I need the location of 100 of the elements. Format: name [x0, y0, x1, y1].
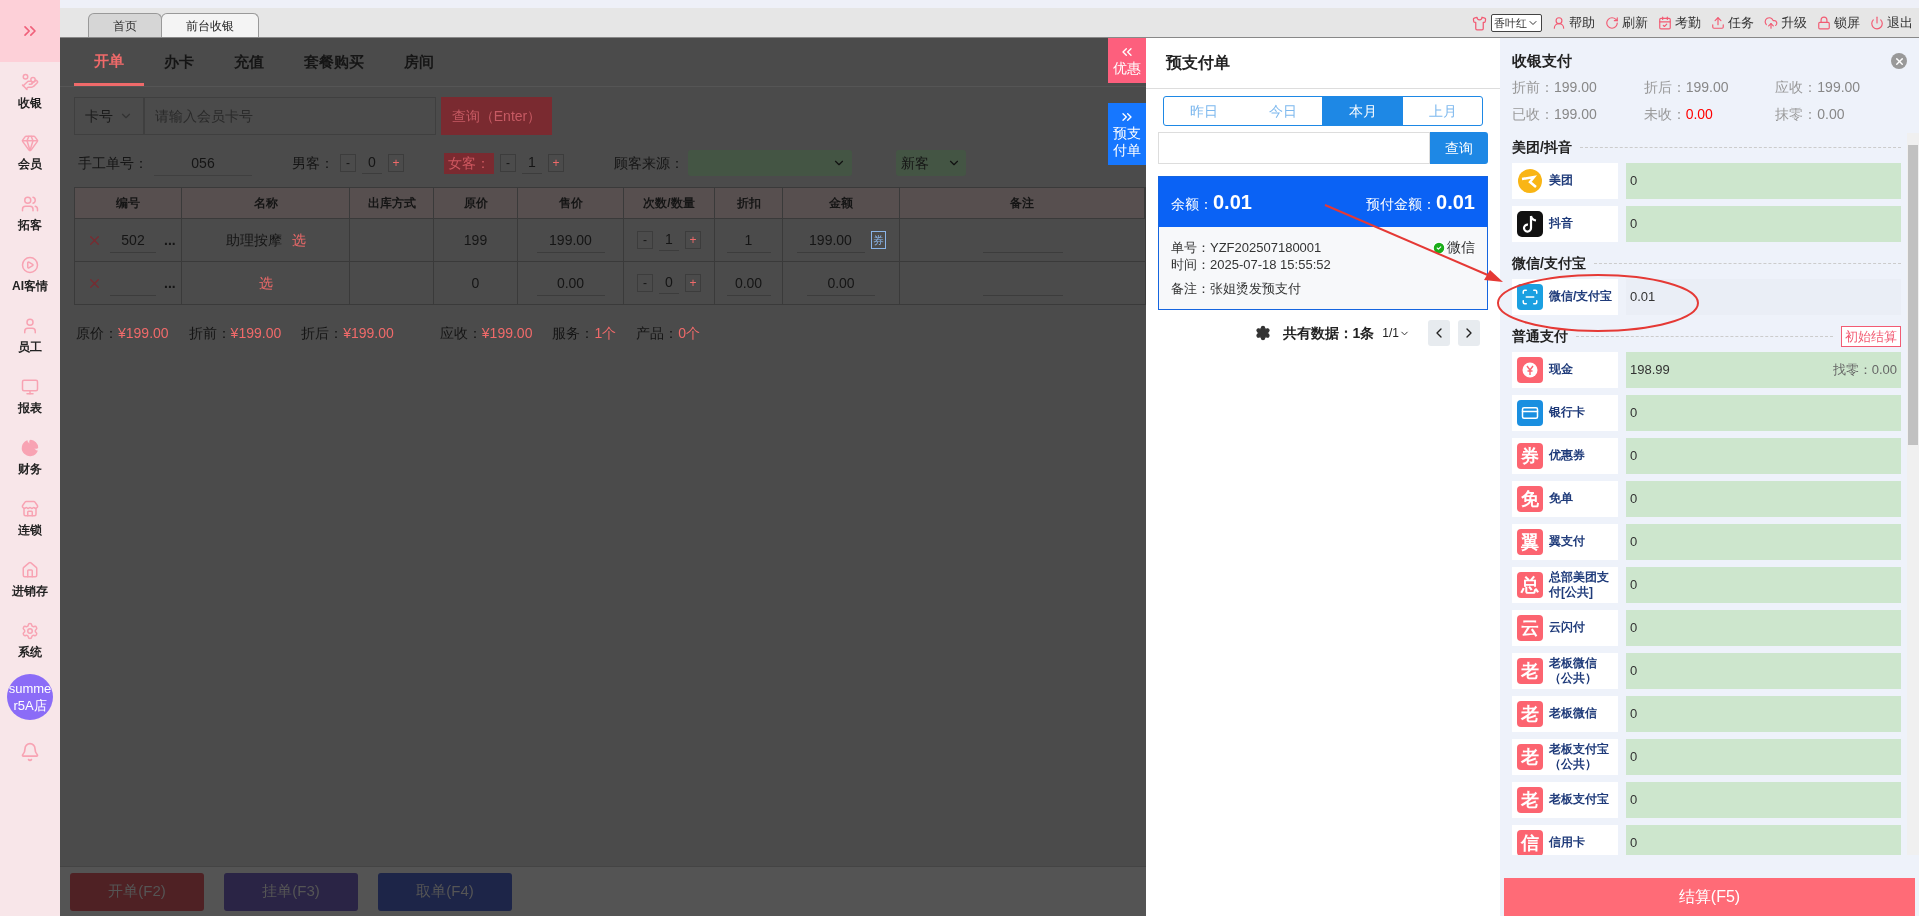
toolbar-button[interactable]: 考勤	[1658, 13, 1701, 33]
search-button[interactable]: 查询	[1430, 132, 1488, 164]
sidebar-item[interactable]: 拓客	[0, 184, 60, 245]
play-icon	[21, 256, 39, 274]
time-text: 时间：2025-07-18 15:55:52	[1171, 256, 1332, 273]
next-page-button[interactable]	[1458, 320, 1480, 346]
decrement-button[interactable]: -	[500, 154, 516, 172]
scan-icon	[1517, 283, 1543, 310]
column-header: 次数/数量	[624, 188, 715, 218]
payment-amount-field[interactable]: 0	[1626, 695, 1901, 732]
gear-icon	[21, 622, 39, 640]
house-icon	[21, 561, 39, 579]
toolbar-button[interactable]: 任务	[1711, 13, 1754, 33]
decrement-button[interactable]: -	[637, 231, 653, 249]
increment-button[interactable]: +	[548, 154, 564, 172]
toolbar-button[interactable]: 帮助	[1552, 13, 1595, 33]
toolbar-button[interactable]: 升级	[1764, 13, 1807, 33]
decrement-button[interactable]: -	[340, 154, 356, 172]
gear-icon[interactable]	[1254, 325, 1271, 341]
customer-source-select[interactable]	[688, 150, 852, 176]
order-tab[interactable]: 开单	[74, 39, 144, 86]
increment-button[interactable]: +	[685, 231, 701, 249]
payment-method-text: 微信	[1447, 239, 1475, 256]
theme-select[interactable]: 香叶红	[1491, 14, 1542, 32]
scrollbar[interactable]	[1907, 132, 1919, 855]
sidebar-item[interactable]: 员工	[0, 306, 60, 367]
calendar-icon	[1658, 16, 1672, 30]
customer-type-select[interactable]: 新客	[896, 150, 966, 176]
page-select[interactable]: 1/1	[1382, 324, 1410, 342]
toolbar-button[interactable]: 锁屏	[1817, 13, 1860, 33]
payment-summary-item: 折后：199.00	[1643, 77, 1730, 97]
more-button[interactable]: ...	[164, 272, 176, 294]
prepaid-amount-text: 预付金额：0.01	[1366, 190, 1475, 215]
payment-badge-icon: 老	[1517, 657, 1543, 684]
sidebar-item[interactable]: 收银	[0, 62, 60, 123]
refresh-icon	[1605, 16, 1619, 30]
payment-method-label: 翼 翼支付	[1512, 523, 1618, 560]
choose-link[interactable]: 选	[291, 229, 306, 251]
lock-icon	[1817, 16, 1831, 30]
payment-amount-field[interactable]: 0.01	[1626, 278, 1901, 315]
column-header: 名称	[182, 188, 350, 218]
payment-amount-field[interactable]: 198.99 找零：0.00	[1626, 351, 1901, 388]
payment-method-label: 老 老板微信	[1512, 695, 1618, 732]
reset-settlement-button[interactable]: 初始结算	[1841, 325, 1901, 348]
card-icon	[1517, 399, 1543, 426]
side-tab[interactable]: 优惠	[1108, 38, 1146, 83]
payment-amount-field[interactable]: 0	[1626, 781, 1901, 818]
toolbar-button[interactable]: 退出	[1870, 13, 1913, 33]
sidebar-item[interactable]: 连锁	[0, 489, 60, 550]
increment-button[interactable]: +	[685, 274, 701, 292]
query-button[interactable]: 查询（Enter）	[441, 97, 552, 135]
prepay-card[interactable]: 余额：0.01 预付金额：0.01 单号：YZF202507180001 微信 时间：2025-07-18 15:55:52 备注：张姐烫发预支付	[1158, 176, 1488, 310]
close-button[interactable]	[1891, 53, 1907, 70]
payment-amount-field[interactable]: 0	[1626, 480, 1901, 517]
more-button[interactable]: ...	[164, 229, 176, 251]
period-tab[interactable]: 昨日	[1164, 97, 1243, 125]
payment-amount-field[interactable]: 0	[1626, 609, 1901, 646]
payment-badge-icon: 老	[1517, 786, 1543, 813]
toolbar-button[interactable]: 刷新	[1605, 13, 1648, 33]
prepay-search-input[interactable]	[1158, 132, 1430, 164]
choose-link[interactable]: 选	[258, 272, 273, 294]
sidebar-item[interactable]: 进销存	[0, 550, 60, 611]
period-tab[interactable]: 上月	[1402, 97, 1482, 125]
payment-amount-field[interactable]: 0	[1626, 738, 1901, 775]
coupon-button[interactable]: 券	[870, 230, 886, 250]
user-icon	[21, 317, 39, 335]
section-title: 普通支付	[1512, 327, 1568, 346]
shirt-icon	[1472, 15, 1487, 31]
settle-button[interactable]: 结算(F5)	[1504, 878, 1915, 916]
payment-badge-icon: 免	[1517, 485, 1543, 512]
payment-amount-field[interactable]: 0	[1626, 394, 1901, 431]
sidebar-item[interactable]: 系统	[0, 611, 60, 672]
payment-amount-field[interactable]: 0	[1626, 437, 1901, 474]
expand-button[interactable]	[0, 0, 60, 62]
payment-amount-field[interactable]: 0	[1626, 523, 1901, 560]
sidebar-item[interactable]: 会员	[0, 123, 60, 184]
decrement-button[interactable]: -	[637, 274, 653, 292]
payment-badge-icon: 老	[1517, 700, 1543, 727]
section-title: 美团/抖音	[1512, 138, 1572, 157]
payment-amount-field[interactable]: 0	[1626, 652, 1901, 689]
payment-amount-field[interactable]: 0	[1626, 162, 1901, 199]
side-tab[interactable]: 预支付单	[1108, 103, 1146, 165]
sidebar-item[interactable]: AI客情	[0, 245, 60, 306]
payment-amount-field[interactable]: 0	[1626, 205, 1901, 242]
period-tab[interactable]: 今日	[1243, 97, 1322, 125]
previous-page-button[interactable]	[1428, 320, 1450, 346]
payment-amount-field[interactable]: 0	[1626, 824, 1901, 855]
payment-badge-icon: 总	[1517, 571, 1543, 598]
section-title: 微信/支付宝	[1512, 254, 1586, 273]
sidebar-item[interactable]: 报表	[0, 367, 60, 428]
store-avatar[interactable]: summer5A店	[7, 674, 53, 720]
bell-icon[interactable]	[20, 742, 40, 762]
period-tab[interactable]: 本月	[1322, 97, 1402, 125]
sidebar-item[interactable]: 财务	[0, 428, 60, 489]
page-tab[interactable]: 前台收银	[161, 13, 259, 37]
total-count-text: 共有数据：1条	[1282, 323, 1375, 343]
payment-amount-field[interactable]: 0	[1626, 566, 1901, 603]
increment-button[interactable]: +	[388, 154, 404, 172]
page-tab[interactable]: 首页	[88, 13, 162, 37]
payment-method-label: 美团	[1512, 162, 1618, 199]
